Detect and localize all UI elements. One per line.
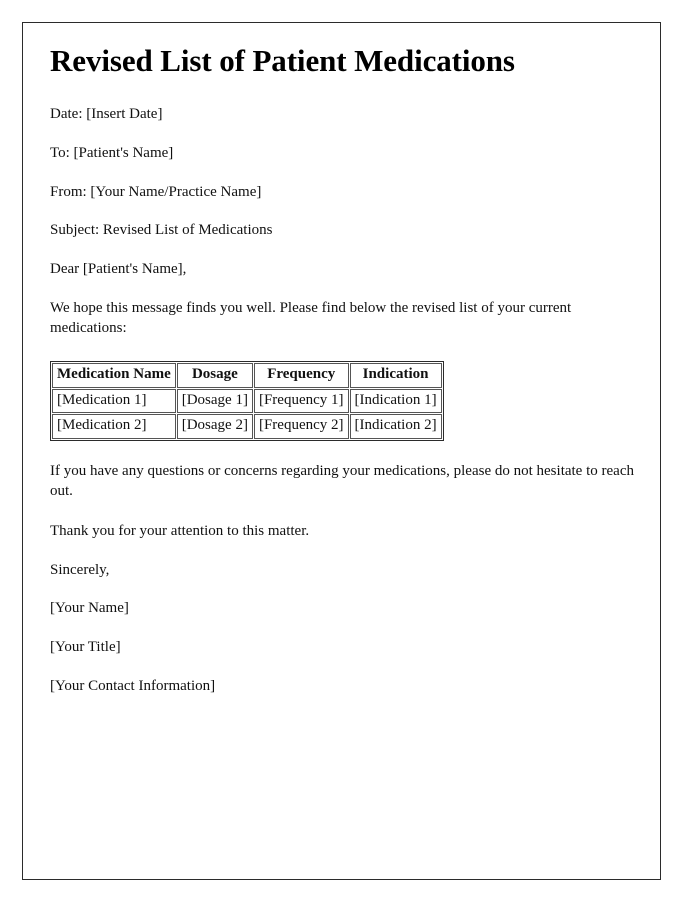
table-row: [Medication 1] [Dosage 1] [Frequency 1] … — [52, 388, 442, 414]
closing-paragraph-thanks: Thank you for your attention to this mat… — [50, 522, 310, 539]
column-header-indication: Indication — [349, 363, 442, 388]
column-header-dosage: Dosage — [176, 363, 253, 388]
cell-frequency: [Frequency 1] — [253, 388, 349, 414]
header-line-to: To: [Patient's Name] — [50, 144, 174, 161]
column-header-frequency: Frequency — [253, 363, 349, 388]
spacer-before-table — [50, 339, 636, 361]
closing-paragraph-questions: If you have any questions or concerns re… — [50, 462, 634, 499]
document-body: Revised List of Patient Medications Date… — [50, 43, 636, 697]
cell-medication-name: [Medication 2] — [52, 414, 176, 439]
header-line-date: Date: [Insert Date] — [50, 105, 163, 122]
medications-table-body: [Medication 1] [Dosage 1] [Frequency 1] … — [52, 388, 442, 439]
signature-title: [Your Title] — [50, 639, 121, 656]
cell-dosage: [Dosage 1] — [176, 388, 253, 414]
salutation: Dear [Patient's Name], — [50, 261, 187, 278]
table-header-row: Medication Name Dosage Frequency Indicat… — [52, 363, 442, 388]
signature-contact-information: [Your Contact Information] — [50, 678, 216, 695]
spacer-after-table — [50, 441, 636, 462]
signature-closing: Sincerely, — [50, 561, 110, 578]
spacer-after-title — [50, 79, 636, 105]
signature-name: [Your Name] — [50, 600, 129, 617]
table-row: [Medication 2] [Dosage 2] [Frequency 2] … — [52, 414, 442, 439]
cell-medication-name: [Medication 1] — [52, 388, 176, 414]
cell-dosage: [Dosage 2] — [176, 414, 253, 439]
intro-paragraph: We hope this message finds you well. Ple… — [50, 300, 572, 337]
page-title: Revised List of Patient Medications — [50, 43, 515, 78]
cell-frequency: [Frequency 2] — [253, 414, 349, 439]
medications-table-head: Medication Name Dosage Frequency Indicat… — [52, 363, 442, 388]
document-page-frame: Revised List of Patient Medications Date… — [22, 22, 661, 880]
header-line-subject: Subject: Revised List of Medications — [50, 222, 273, 239]
cell-indication: [Indication 2] — [349, 414, 442, 439]
cell-indication: [Indication 1] — [349, 388, 442, 414]
column-header-medication-name: Medication Name — [52, 363, 176, 388]
header-line-from: From: [Your Name/Practice Name] — [50, 183, 262, 200]
medications-table: Medication Name Dosage Frequency Indicat… — [50, 361, 444, 441]
